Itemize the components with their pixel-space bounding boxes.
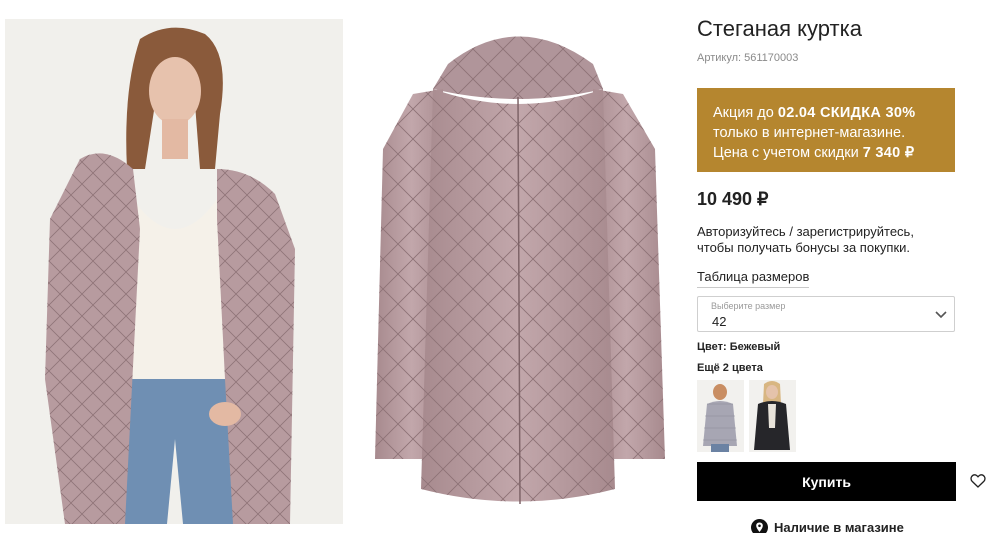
color-label: Цвет: Бежевый xyxy=(697,341,781,353)
chevron-down-icon xyxy=(935,311,947,319)
store-availability-link[interactable]: Наличие в магазине xyxy=(751,517,904,533)
promo-line-2: только в интернет-магазине. xyxy=(713,125,906,141)
color-swatch-grey[interactable] xyxy=(697,380,744,452)
auth-prompt: Авторизуйтесь / зарегистрируйтесь, чтобы… xyxy=(697,224,957,256)
login-link[interactable]: Авторизуйтесь xyxy=(697,224,786,239)
buy-button[interactable]: Купить xyxy=(697,462,956,501)
promo-line-1: Акция до 02.04 СКИДКА 30% xyxy=(713,103,941,123)
size-select-value: 42 xyxy=(712,314,727,329)
auth-separator: / xyxy=(785,224,797,239)
model-photo-image xyxy=(5,19,343,524)
promo-line-1-prefix: Акция до xyxy=(713,105,778,121)
size-table-link[interactable]: Таблица размеров xyxy=(697,269,810,288)
size-select-placeholder: Выберите размер xyxy=(711,301,786,311)
product-article: Артикул: 561170003 xyxy=(697,52,799,64)
black-jacket-thumbnail xyxy=(749,380,796,452)
promo-line-3: Цена с учетом скидки 7 340 ₽ xyxy=(713,143,941,163)
location-pin-icon xyxy=(751,518,768,533)
product-title: Стеганая куртка xyxy=(697,16,862,41)
register-link[interactable]: зарегистрируйтесь, xyxy=(797,224,914,239)
store-availability-label: Наличие в магазине xyxy=(774,519,904,533)
grey-jacket-thumbnail xyxy=(697,380,744,452)
jacket-photo-image xyxy=(353,19,683,524)
auth-line-1: Авторизуйтесь / зарегистрируйтесь, xyxy=(697,224,957,240)
auth-line-2: чтобы получать бонусы за покупки. xyxy=(697,240,911,255)
product-page: Стеганая куртка Артикул: 561170003 Акция… xyxy=(0,0,1000,533)
size-select[interactable]: Выберите размер 42 xyxy=(697,296,955,332)
promo-banner: Акция до 02.04 СКИДКА 30% только в интер… xyxy=(697,88,955,172)
promo-line-3-prefix: Цена с учетом скидки xyxy=(713,145,863,161)
promo-line-1-strong: 02.04 СКИДКА 30% xyxy=(777,105,916,121)
product-price: 10 490 ₽ xyxy=(697,189,769,209)
promo-discount-price: 7 340 ₽ xyxy=(862,145,915,161)
product-photo-model[interactable] xyxy=(5,19,343,524)
color-swatch-black[interactable] xyxy=(749,380,796,452)
more-colors-label: Ещё 2 цвета xyxy=(697,362,763,374)
product-info-panel: Стеганая куртка Артикул: 561170003 Акция… xyxy=(697,0,1000,533)
product-photo-flat[interactable] xyxy=(353,19,683,524)
heart-icon[interactable] xyxy=(970,473,986,489)
